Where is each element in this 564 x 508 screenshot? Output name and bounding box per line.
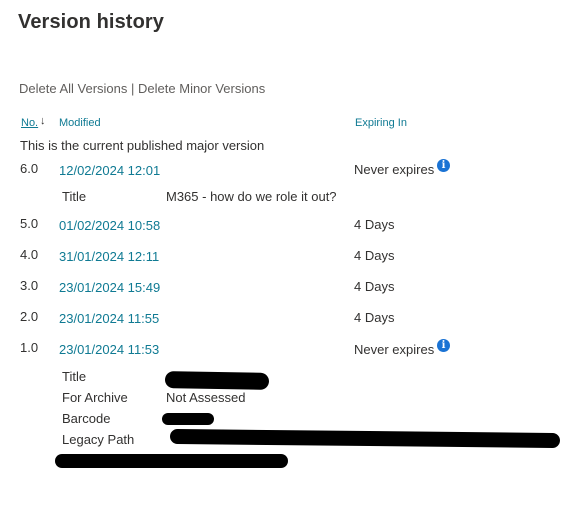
version-number: 6.0 xyxy=(20,161,39,176)
redaction-mark xyxy=(162,413,214,425)
property-label: Legacy Path xyxy=(62,432,135,447)
property-label: Title xyxy=(62,189,87,204)
property-label: For Archive xyxy=(62,390,128,405)
info-icon[interactable]: i xyxy=(437,159,450,172)
delete-minor-versions-link[interactable]: Delete Minor Versions xyxy=(138,81,265,96)
column-header-no[interactable]: No. xyxy=(21,117,38,129)
version-modified-link[interactable]: 01/02/2024 10:58 xyxy=(59,218,160,233)
version-expiry: Never expires xyxy=(354,342,435,357)
property-value: M365 - how do we role it out? xyxy=(166,189,337,204)
delete-all-versions-link[interactable]: Delete All Versions xyxy=(19,81,127,96)
version-number: 5.0 xyxy=(20,216,39,231)
redaction-mark xyxy=(164,371,270,390)
version-expiry: 4 Days xyxy=(354,310,395,325)
page-title: Version history xyxy=(18,11,164,33)
property-label: Barcode xyxy=(62,411,111,426)
info-icon[interactable]: i xyxy=(437,339,450,352)
version-actions: Delete All Versions | Delete Minor Versi… xyxy=(19,81,265,96)
version-modified-link[interactable]: 12/02/2024 12:01 xyxy=(59,163,160,178)
current-version-note: This is the current published major vers… xyxy=(20,138,265,153)
version-modified-link[interactable]: 23/01/2024 11:55 xyxy=(59,311,159,326)
version-number: 1.0 xyxy=(20,340,39,355)
redaction-mark xyxy=(55,454,288,468)
actions-separator: | xyxy=(131,81,135,96)
version-expiry: Never expires xyxy=(354,162,435,177)
column-header-modified[interactable]: Modified xyxy=(59,117,101,129)
version-expiry: 4 Days xyxy=(354,217,395,232)
version-modified-link[interactable]: 23/01/2024 11:53 xyxy=(59,342,159,357)
version-number: 4.0 xyxy=(20,247,39,262)
version-number: 3.0 xyxy=(20,278,39,293)
version-modified-link[interactable]: 31/01/2024 12:11 xyxy=(59,249,159,264)
sort-descending-icon: ↓ xyxy=(40,115,46,127)
property-label: Title xyxy=(62,369,87,384)
redaction-mark xyxy=(169,428,561,449)
version-expiry: 4 Days xyxy=(354,279,395,294)
property-value: Not Assessed xyxy=(166,390,246,405)
column-header-expiring[interactable]: Expiring In xyxy=(355,117,407,129)
version-expiry: 4 Days xyxy=(354,248,395,263)
version-modified-link[interactable]: 23/01/2024 15:49 xyxy=(59,280,160,295)
version-number: 2.0 xyxy=(20,309,39,324)
